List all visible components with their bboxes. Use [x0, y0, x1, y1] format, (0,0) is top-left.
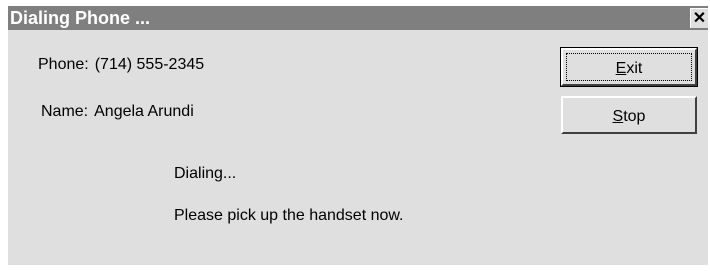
- stop-button-label: Stop: [612, 108, 646, 125]
- title-bar[interactable]: Dialing Phone ... ✕: [8, 6, 708, 30]
- dialing-dialog: Dialing Phone ... ✕ Phone: (714) 555-2345…: [8, 6, 708, 265]
- phone-row: Phone: (714) 555-2345: [38, 56, 204, 74]
- pickup-instruction: Please pick up the handset now.: [174, 207, 404, 224]
- name-row: Name: Angela Arundi: [41, 103, 194, 121]
- stop-button[interactable]: Stop: [561, 96, 697, 134]
- exit-button[interactable]: Exit: [560, 47, 698, 87]
- phone-label: Phone:: [38, 56, 89, 73]
- dialing-status: Dialing...: [174, 165, 237, 182]
- close-icon[interactable]: ✕: [690, 8, 708, 28]
- phone-value: (714) 555-2345: [94, 56, 205, 73]
- window-title: Dialing Phone ...: [10, 8, 151, 28]
- name-value: Angela Arundi: [94, 103, 194, 120]
- exit-button-label: Exit: [615, 60, 643, 77]
- name-label: Name:: [41, 103, 89, 120]
